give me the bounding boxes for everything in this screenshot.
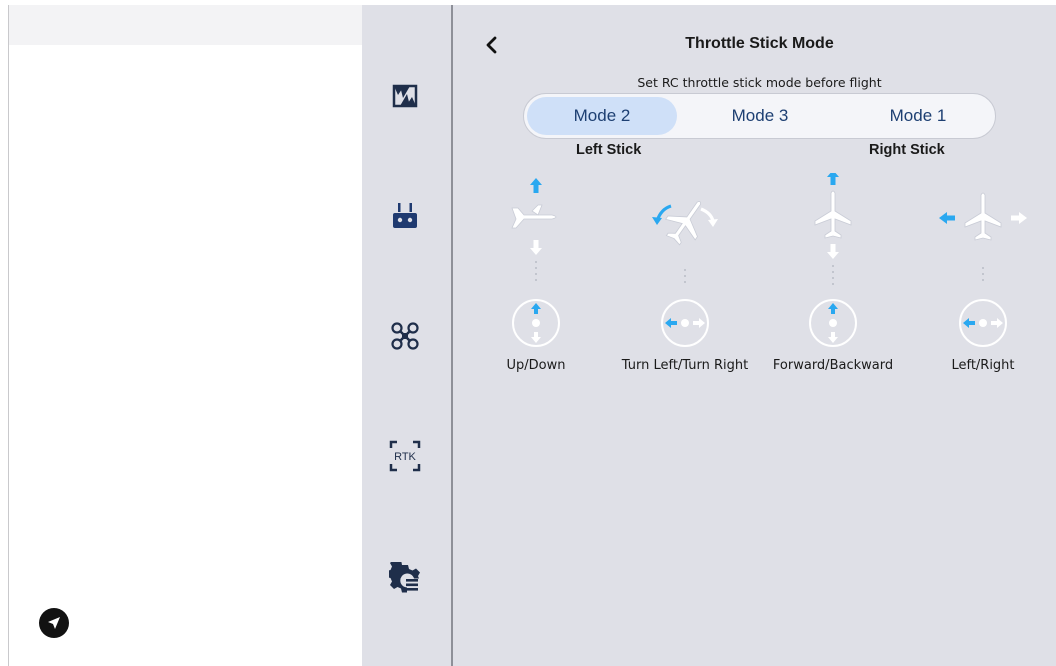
right-stick-label: Right Stick [869, 142, 945, 158]
mode-1-option[interactable]: Mode 1 [843, 97, 993, 135]
aircraft-forward-backward-icon [809, 173, 857, 347]
control-forward-backward: Forward/Backward [753, 173, 913, 383]
aircraft-up-down-icon [511, 178, 560, 347]
chevron-left-icon [486, 36, 497, 54]
control-label: Up/Down [506, 358, 566, 373]
throttle-mode-panel: Throttle Stick Mode Set RC throttle stic… [453, 5, 1056, 666]
rail-item-remote-controller[interactable] [388, 199, 422, 233]
rtk-icon-label: RTK [394, 451, 416, 463]
page-subtitle: Set RC throttle stick mode before flight [637, 75, 882, 90]
left-panel-border [8, 5, 9, 666]
control-left-right: Left/Right [903, 173, 1056, 383]
send-button[interactable] [39, 608, 69, 638]
aircraft-turn-icon [652, 201, 718, 347]
flight-route-icon [392, 84, 418, 108]
settings-rail: RTK [362, 5, 451, 666]
control-label: Left/Right [951, 358, 1015, 373]
rail-item-settings[interactable] [388, 561, 422, 595]
send-arrow-icon [48, 617, 60, 629]
page-title: Throttle Stick Mode [685, 35, 834, 52]
back-button[interactable] [479, 32, 503, 58]
drone-icon [391, 322, 419, 350]
remote-controller-icon [393, 203, 417, 228]
rail-item-drone[interactable] [388, 319, 422, 353]
control-label: Forward/Backward [772, 358, 894, 373]
left-panel [8, 5, 362, 666]
rtk-icon: RTK [389, 440, 421, 472]
control-up-down: Up/Down [456, 173, 616, 383]
rail-item-flight-route[interactable] [388, 79, 422, 113]
control-label: Turn Left/Turn Right [621, 358, 749, 373]
mode-3-option[interactable]: Mode 3 [685, 97, 835, 135]
aircraft-left-right-icon [939, 192, 1027, 347]
mode-2-option[interactable]: Mode 2 [527, 97, 677, 135]
control-turn: Turn Left/Turn Right [605, 173, 765, 383]
mode-selector: Mode 2 Mode 3 Mode 1 [523, 93, 996, 139]
left-stick-label: Left Stick [576, 142, 642, 158]
rail-item-rtk[interactable]: RTK [388, 439, 422, 473]
settings-icon [389, 562, 420, 593]
left-panel-header-strip [8, 5, 362, 45]
